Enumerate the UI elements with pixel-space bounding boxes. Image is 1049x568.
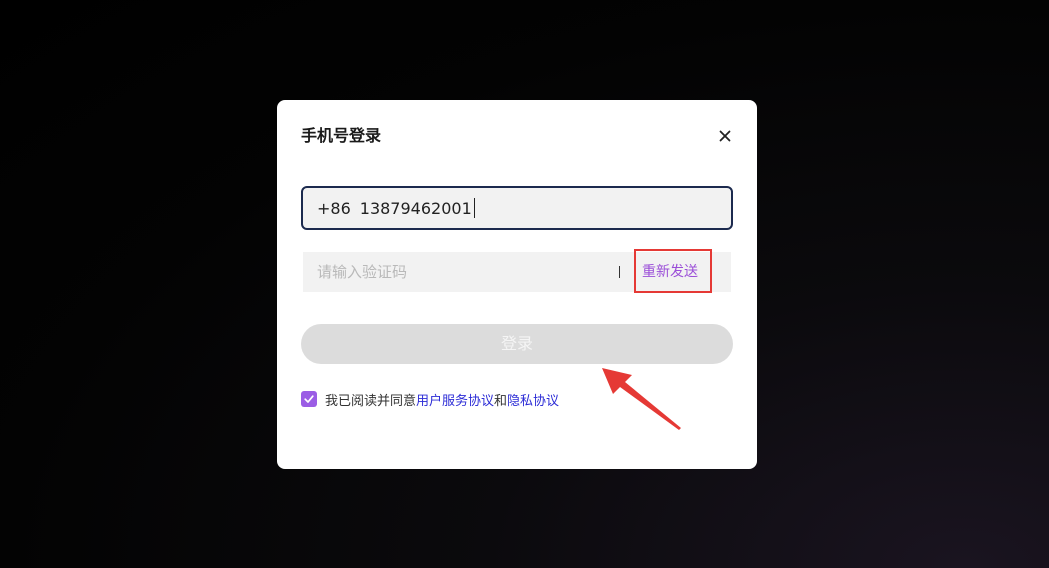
agreement-row: 我已阅读并同意 用户服务协议 和 隐私协议	[301, 390, 559, 409]
dialog-title: 手机号登录	[301, 126, 382, 145]
code-field-divider	[619, 266, 620, 278]
agreement-prefix: 我已阅读并同意	[325, 393, 417, 409]
text-caret	[473, 198, 475, 218]
verification-code-placeholder: 请输入验证码	[317, 263, 408, 281]
user-agreement-link[interactable]: 用户服务协议	[416, 390, 494, 409]
agreement-checkbox[interactable]	[301, 391, 317, 407]
phone-input[interactable]: +86 13879462001	[301, 186, 733, 230]
close-button[interactable]	[715, 126, 735, 146]
checkmark-icon	[304, 395, 314, 403]
close-icon	[719, 130, 731, 142]
annotation-arrow-icon	[602, 368, 681, 430]
annotation-highlight-box	[634, 249, 712, 293]
phone-number-value: 13879462001	[359, 198, 472, 218]
privacy-policy-link[interactable]: 隐私协议	[507, 390, 559, 409]
country-code[interactable]: +86	[317, 199, 351, 218]
agreement-conjunction: 和	[494, 393, 508, 409]
login-button[interactable]: 登录	[301, 324, 733, 364]
